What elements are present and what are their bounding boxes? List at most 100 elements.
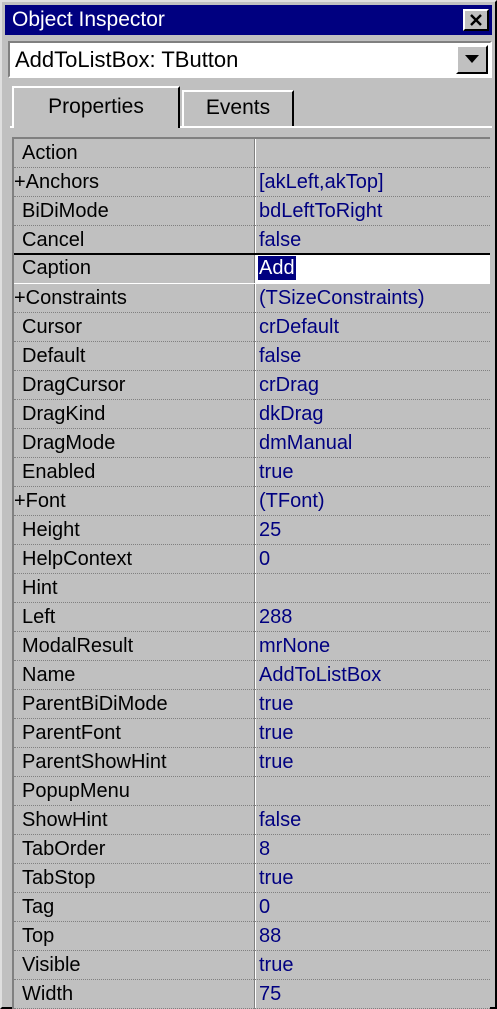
property-row[interactable]: TabStop true [14, 864, 490, 893]
property-value[interactable]: crDrag [259, 373, 319, 397]
property-row[interactable]: DragCursor crDrag [14, 371, 490, 400]
property-name: Action [22, 142, 78, 164]
property-row[interactable]: +Font (TFont) [14, 487, 490, 516]
property-value[interactable]: false [259, 808, 301, 832]
property-name: PopupMenu [22, 780, 130, 802]
property-row[interactable]: ParentBiDiMode true [14, 690, 490, 719]
property-name: Visible [22, 954, 81, 976]
property-row[interactable]: DragMode dmManual [14, 429, 490, 458]
property-value[interactable]: 288 [259, 605, 292, 629]
property-value[interactable]: true [259, 460, 293, 484]
property-row[interactable]: Default false [14, 342, 490, 371]
property-value[interactable]: 25 [259, 518, 281, 542]
property-value[interactable]: true [259, 721, 293, 745]
property-row[interactable]: Hint [14, 574, 490, 603]
property-row[interactable]: Width 75 [14, 980, 490, 1009]
property-name: Left [22, 606, 56, 628]
property-row[interactable]: PopupMenu [14, 777, 490, 806]
property-name: +Constraints [14, 287, 127, 309]
property-value[interactable]: 0 [259, 547, 270, 571]
property-row[interactable]: ModalResult mrNone [14, 632, 490, 661]
property-value[interactable]: (TFont) [259, 489, 325, 513]
property-value[interactable]: true [259, 750, 293, 774]
property-name: +Font [14, 490, 66, 512]
property-row[interactable]: Action [14, 139, 490, 168]
property-name: Height [22, 519, 80, 541]
property-name: BiDiMode [22, 200, 109, 222]
property-name: HelpContext [22, 548, 133, 570]
property-value[interactable]: true [259, 953, 293, 977]
property-row[interactable]: +Anchors [akLeft,akTop] [14, 168, 490, 197]
property-name: ModalResult [22, 635, 134, 657]
property-value[interactable]: AddToListBox [259, 663, 381, 687]
property-name: TabStop [22, 867, 96, 889]
property-value[interactable]: [akLeft,akTop] [259, 170, 384, 194]
property-value[interactable]: 0 [259, 895, 270, 919]
tab-events-label: Events [205, 96, 271, 119]
chevron-down-icon [465, 55, 479, 63]
property-value[interactable]: true [259, 692, 293, 716]
property-grid[interactable]: Action +Anchors [akLeft,akTop] BiDiMode bdLe… [12, 137, 490, 1009]
property-name: Enabled [22, 461, 96, 483]
property-row[interactable]: Cursor crDefault [14, 313, 490, 342]
property-value[interactable]: true [259, 866, 293, 890]
property-name: Cursor [22, 316, 83, 338]
property-name: Hint [22, 577, 58, 599]
property-row[interactable]: Cancel false [14, 226, 490, 255]
property-value[interactable]: 88 [259, 924, 281, 948]
property-name: Width [22, 983, 74, 1005]
tab-properties[interactable]: Properties [12, 86, 180, 128]
property-name: Cancel [22, 229, 85, 251]
property-value[interactable]: (TSizeConstraints) [259, 286, 425, 310]
tab-properties-label: Properties [48, 95, 144, 118]
property-value[interactable]: false [259, 228, 301, 252]
property-row[interactable]: DragKind dkDrag [14, 400, 490, 429]
property-name: Default [22, 345, 86, 367]
property-name: Top [22, 925, 55, 947]
property-value[interactable]: crDefault [259, 315, 339, 339]
component-selector-value: AddToListBox: TButton [15, 47, 239, 72]
close-icon [470, 14, 482, 26]
property-row[interactable]: ShowHint false [14, 806, 490, 835]
property-name: ParentBiDiMode [22, 693, 168, 715]
property-row[interactable]: Enabled true [14, 458, 490, 487]
property-name: ParentFont [22, 722, 121, 744]
property-value[interactable]: dmManual [259, 431, 352, 455]
property-row[interactable]: Top 88 [14, 922, 490, 951]
component-selector-dropdown-button[interactable] [456, 45, 488, 74]
title-bar[interactable]: Object Inspector [5, 5, 492, 35]
property-value[interactable]: 8 [259, 837, 270, 861]
property-name: ParentShowHint [22, 751, 167, 773]
property-value-editor[interactable]: Add [256, 255, 490, 283]
property-row[interactable]: ParentFont true [14, 719, 490, 748]
window-title: Object Inspector [12, 8, 165, 31]
property-row[interactable]: +Constraints (TSizeConstraints) [14, 284, 490, 313]
property-row[interactable]: Visible true [14, 951, 490, 980]
property-value[interactable]: bdLeftToRight [259, 199, 382, 223]
close-button[interactable] [463, 9, 489, 31]
property-row[interactable]: Name AddToListBox [14, 661, 490, 690]
property-row[interactable]: HelpContext 0 [14, 545, 490, 574]
property-value-selected-text: Add [258, 256, 296, 280]
property-value[interactable]: 75 [259, 982, 281, 1006]
property-value[interactable]: false [259, 344, 301, 368]
property-row[interactable]: ParentShowHint true [14, 748, 490, 777]
property-value[interactable]: dkDrag [259, 402, 323, 426]
property-row[interactable]: Tag 0 [14, 893, 490, 922]
property-name: DragCursor [22, 374, 126, 396]
property-row[interactable]: Height 25 [14, 516, 490, 545]
property-row[interactable]: Caption Add [14, 253, 490, 284]
object-inspector-window: Object Inspector AddToListBox: TButton P… [0, 0, 497, 1009]
property-name: TabOrder [22, 838, 106, 860]
property-value[interactable]: mrNone [259, 634, 330, 658]
property-row[interactable]: TabOrder 8 [14, 835, 490, 864]
property-name: DragKind [22, 403, 106, 425]
property-row[interactable]: BiDiMode bdLeftToRight [14, 197, 490, 226]
tab-events[interactable]: Events [182, 90, 294, 126]
property-row[interactable]: Left 288 [14, 603, 490, 632]
component-selector[interactable]: AddToListBox: TButton [8, 41, 492, 78]
property-name: Tag [22, 896, 55, 918]
property-name: ShowHint [22, 809, 108, 831]
property-name: DragMode [22, 432, 116, 454]
property-name: Name [22, 664, 76, 686]
